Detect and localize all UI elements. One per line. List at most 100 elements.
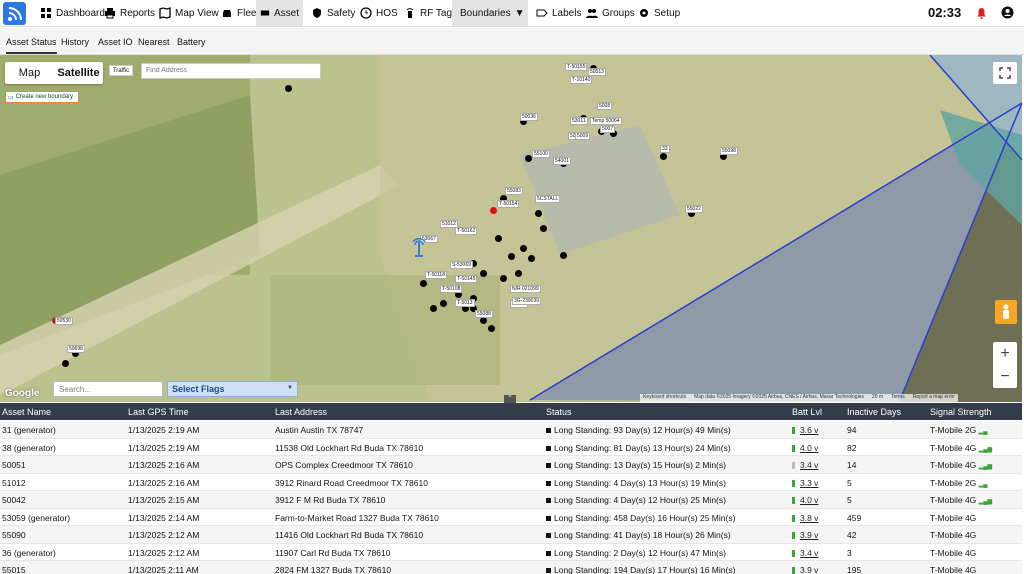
asset-marker[interactable] — [508, 253, 515, 260]
asset-marker-label[interactable]: 3G-239039 — [512, 297, 542, 305]
keyboard-shortcuts-link[interactable]: Keyboard shortcuts — [643, 394, 686, 402]
user-account-icon[interactable] — [1001, 6, 1014, 19]
asset-marker-label[interactable]: 55100 — [532, 150, 550, 158]
asset-marker[interactable] — [535, 210, 542, 217]
asset-marker-label[interactable]: 55083 — [505, 187, 523, 195]
table-row[interactable]: 50051 1/13/2025 2:16 AM OPS Complex Creedm… — [0, 456, 1022, 474]
collapse-panel-button[interactable]: ^ — [504, 395, 516, 403]
tab-nearest[interactable]: Nearest — [138, 37, 170, 47]
asset-marker-label[interactable]: 5007 — [600, 125, 616, 133]
asset-marker-label[interactable]: T-50162 — [455, 227, 478, 235]
nav-labels[interactable]: Labels — [532, 0, 585, 26]
asset-search-input[interactable]: Search... — [53, 381, 163, 397]
asset-marker-label[interactable]: T-50145 — [455, 275, 478, 283]
asset-marker[interactable] — [500, 275, 507, 282]
asset-marker-label[interactable]: 53011 — [570, 117, 588, 125]
battery-value[interactable]: 3.9 v — [800, 530, 818, 540]
battery-value[interactable]: 3.4 v — [800, 460, 818, 470]
terms-link[interactable]: Terms — [891, 394, 905, 402]
col-asset-name[interactable]: Asset Name — [2, 407, 51, 417]
tab-asset-io[interactable]: Asset IO — [98, 37, 133, 47]
nav-asset[interactable]: Asset — [256, 0, 303, 26]
col-status[interactable]: Status — [546, 407, 572, 417]
battery-value[interactable]: 4.0 v — [800, 495, 818, 505]
asset-marker-label[interactable]: S-53069 — [450, 261, 473, 269]
asset-marker-label[interactable]: T-50155 — [565, 63, 588, 71]
asset-marker[interactable] — [540, 225, 547, 232]
nav-setup[interactable]: Setup — [634, 0, 684, 26]
col-inactive-days[interactable]: Inactive Days — [847, 407, 901, 417]
col-signal-strength[interactable]: Signal Strength — [930, 407, 992, 417]
asset-marker-label[interactable]: T-5013 — [455, 299, 475, 307]
tab-battery[interactable]: Battery — [177, 37, 206, 47]
table-row[interactable]: 31 (generator) 1/13/2025 2:19 AM Austin Au… — [0, 421, 1022, 439]
table-row[interactable]: 36 (generator) 1/13/2025 2:12 AM 11907 Car… — [0, 544, 1022, 561]
table-row[interactable]: 53059 (generator) 1/13/2025 2:14 AM Farm-t… — [0, 509, 1022, 526]
asset-marker[interactable] — [62, 360, 69, 367]
asset-marker[interactable] — [420, 280, 427, 287]
asset-marker[interactable] — [660, 153, 667, 160]
nav-boundaries[interactable]: Boundaries ▼ — [452, 0, 528, 26]
asset-marker[interactable] — [430, 305, 437, 312]
asset-marker[interactable] — [515, 270, 522, 277]
asset-marker[interactable] — [440, 300, 447, 307]
asset-marker-label[interactable]: 5CSTALL — [535, 195, 561, 203]
col-batt-lvl[interactable]: Batt Lvl — [792, 407, 822, 417]
table-row[interactable]: 55015 1/13/2025 2:11 AM 2824 FM 1327 Buda … — [0, 561, 1022, 574]
battery-value[interactable]: 3.3 v — [800, 478, 818, 488]
asset-marker-label[interactable]: 5009 — [575, 132, 591, 140]
battery-value[interactable]: 3.9 v — [800, 565, 818, 574]
app-logo-icon[interactable] — [3, 2, 26, 25]
asset-marker-label[interactable]: T-50118 — [425, 271, 447, 279]
nav-reports[interactable]: Reports — [100, 0, 159, 26]
asset-marker-label[interactable]: 55022 — [685, 205, 703, 213]
asset-marker-label[interactable]: 50513 — [588, 68, 606, 76]
satellite-map[interactable]: T-50155 50513 T-10140 50036 5008 53011 Temp 50… — [0, 55, 1022, 402]
asset-marker-label[interactable]: 55088 — [475, 310, 493, 318]
tab-asset-status[interactable]: Asset Status — [6, 37, 57, 54]
asset-marker[interactable] — [520, 245, 527, 252]
table-row[interactable]: 38 (generator) 1/13/2025 2:19 AM 11538 Old… — [0, 439, 1022, 456]
fullscreen-button[interactable] — [993, 62, 1017, 84]
asset-marker-label[interactable]: 33 — [660, 145, 670, 153]
tab-history[interactable]: History — [61, 37, 89, 47]
asset-marker[interactable] — [480, 270, 487, 277]
nav-hos[interactable]: HOS — [356, 0, 402, 26]
table-row[interactable]: 51012 1/13/2025 2:16 AM 3912 Rinard Road C… — [0, 474, 1022, 491]
battery-value[interactable]: 3.8 v — [800, 513, 818, 523]
asset-marker-label[interactable]: 55098 — [720, 147, 738, 155]
asset-marker-label[interactable]: N/R 021099 — [510, 285, 541, 293]
asset-marker[interactable] — [528, 255, 535, 262]
asset-marker[interactable] — [480, 317, 487, 324]
zoom-in-button[interactable]: + — [1000, 345, 1009, 363]
report-map-error-link[interactable]: Report a map error — [913, 394, 955, 402]
asset-marker[interactable] — [488, 325, 495, 332]
nav-safety[interactable]: Safety — [307, 0, 359, 26]
find-address-input[interactable]: Find Address — [141, 63, 321, 79]
zoom-out-button[interactable]: − — [1000, 368, 1009, 386]
map-type-map-button[interactable]: Map — [5, 62, 54, 84]
asset-marker[interactable] — [560, 252, 567, 259]
nav-groups[interactable]: Groups — [582, 0, 639, 26]
asset-marker[interactable] — [495, 235, 502, 242]
asset-marker-label[interactable]: 50530 — [55, 317, 73, 325]
battery-value[interactable]: 3.6 v — [800, 425, 818, 435]
asset-marker[interactable] — [525, 155, 532, 162]
alert-asset-marker[interactable] — [490, 207, 497, 214]
nav-dashboard[interactable]: Dashboard — [36, 0, 109, 26]
map-scale[interactable]: 20 m — [872, 394, 883, 402]
battery-value[interactable]: 3.4 v — [800, 548, 818, 558]
asset-marker-label[interactable]: 50036 — [520, 113, 538, 121]
asset-marker-label[interactable]: T-50108 — [440, 285, 463, 293]
street-view-pegman[interactable] — [995, 300, 1017, 324]
table-row[interactable]: 55090 1/13/2025 2:12 AM 11416 Old Lockhart… — [0, 526, 1022, 544]
col-last-gps-time[interactable]: Last GPS Time — [128, 407, 189, 417]
asset-marker-label[interactable]: 50698 — [67, 345, 85, 353]
col-last-address[interactable]: Last Address — [275, 407, 327, 417]
asset-marker-label[interactable]: Temp 50064 — [590, 117, 622, 125]
asset-marker[interactable] — [285, 85, 292, 92]
asset-marker-label[interactable]: T-10140 — [570, 76, 593, 84]
battery-value[interactable]: 4.0 v — [800, 443, 818, 453]
select-flags-dropdown[interactable]: Select Flags ▼ — [167, 381, 298, 397]
asset-marker-label[interactable]: T-50154 — [497, 200, 520, 208]
